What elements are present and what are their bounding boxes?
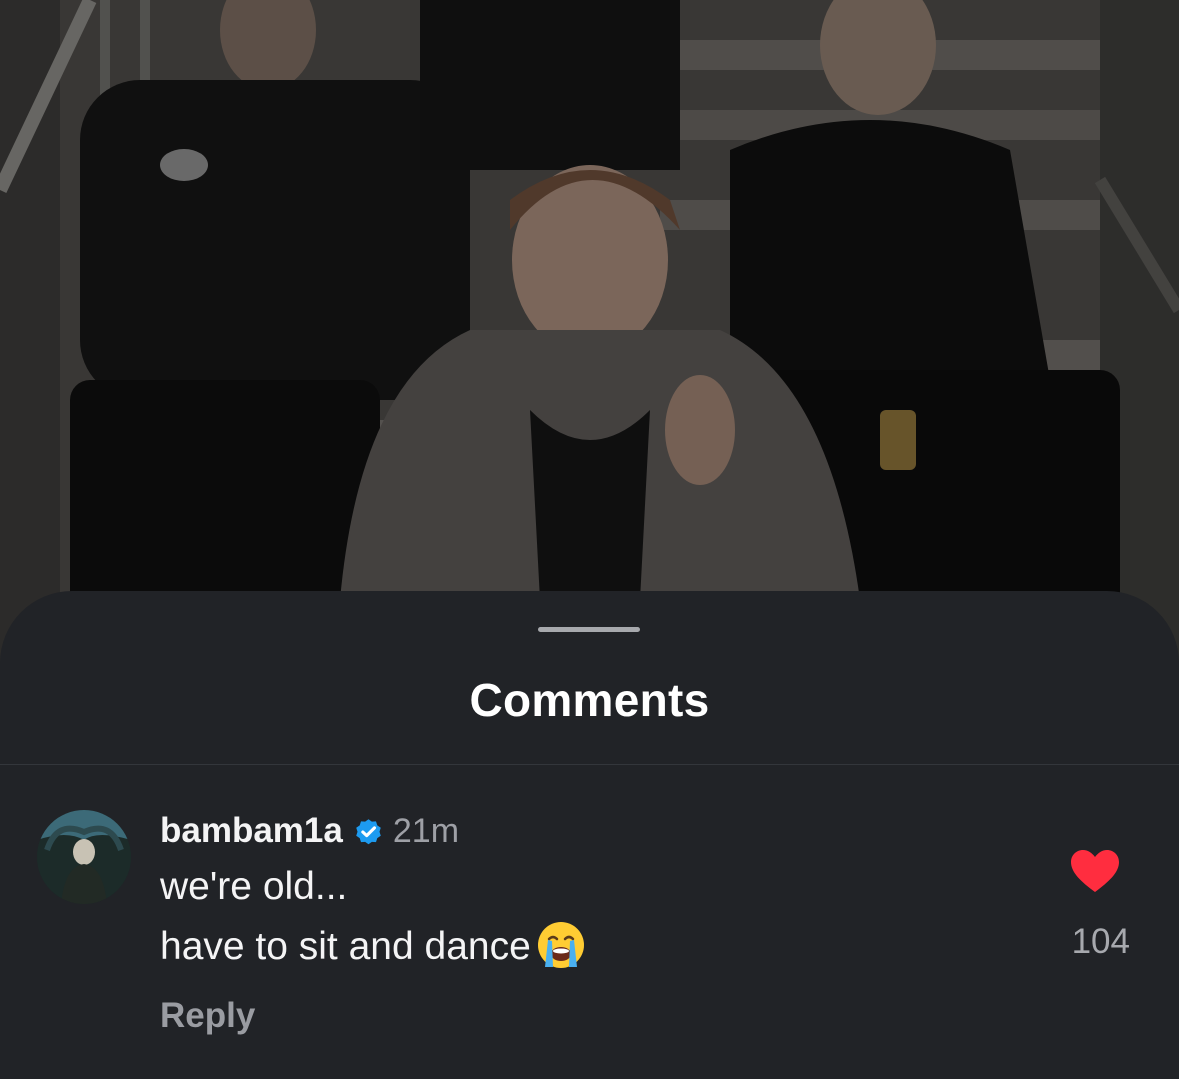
screen: Comments bambam1a 21m we're old... have … [0, 0, 1179, 1079]
avatar-image [37, 810, 131, 904]
comment-text-line-2: have to sit and dance [160, 921, 587, 971]
sheet-grabber-handle[interactable] [538, 627, 640, 632]
divider [0, 764, 1179, 765]
comment-text-line-1: we're old... [160, 865, 348, 908]
loudly-crying-face-icon [535, 919, 587, 971]
like-count: 104 [1071, 922, 1130, 961]
verified-badge-icon [353, 816, 384, 847]
comments-sheet: Comments bambam1a 21m we're old... have … [0, 591, 1179, 1079]
sheet-title: Comments [469, 674, 710, 726]
username[interactable]: bambam1a [160, 811, 343, 851]
comment-header: bambam1a 21m [160, 809, 459, 853]
comment-timestamp: 21m [392, 811, 460, 850]
comment-text-line-2-text: have to sit and dance [160, 925, 531, 968]
reply-button[interactable]: Reply [160, 996, 255, 1036]
heart-icon[interactable] [1070, 849, 1120, 893]
avatar[interactable] [37, 810, 131, 904]
